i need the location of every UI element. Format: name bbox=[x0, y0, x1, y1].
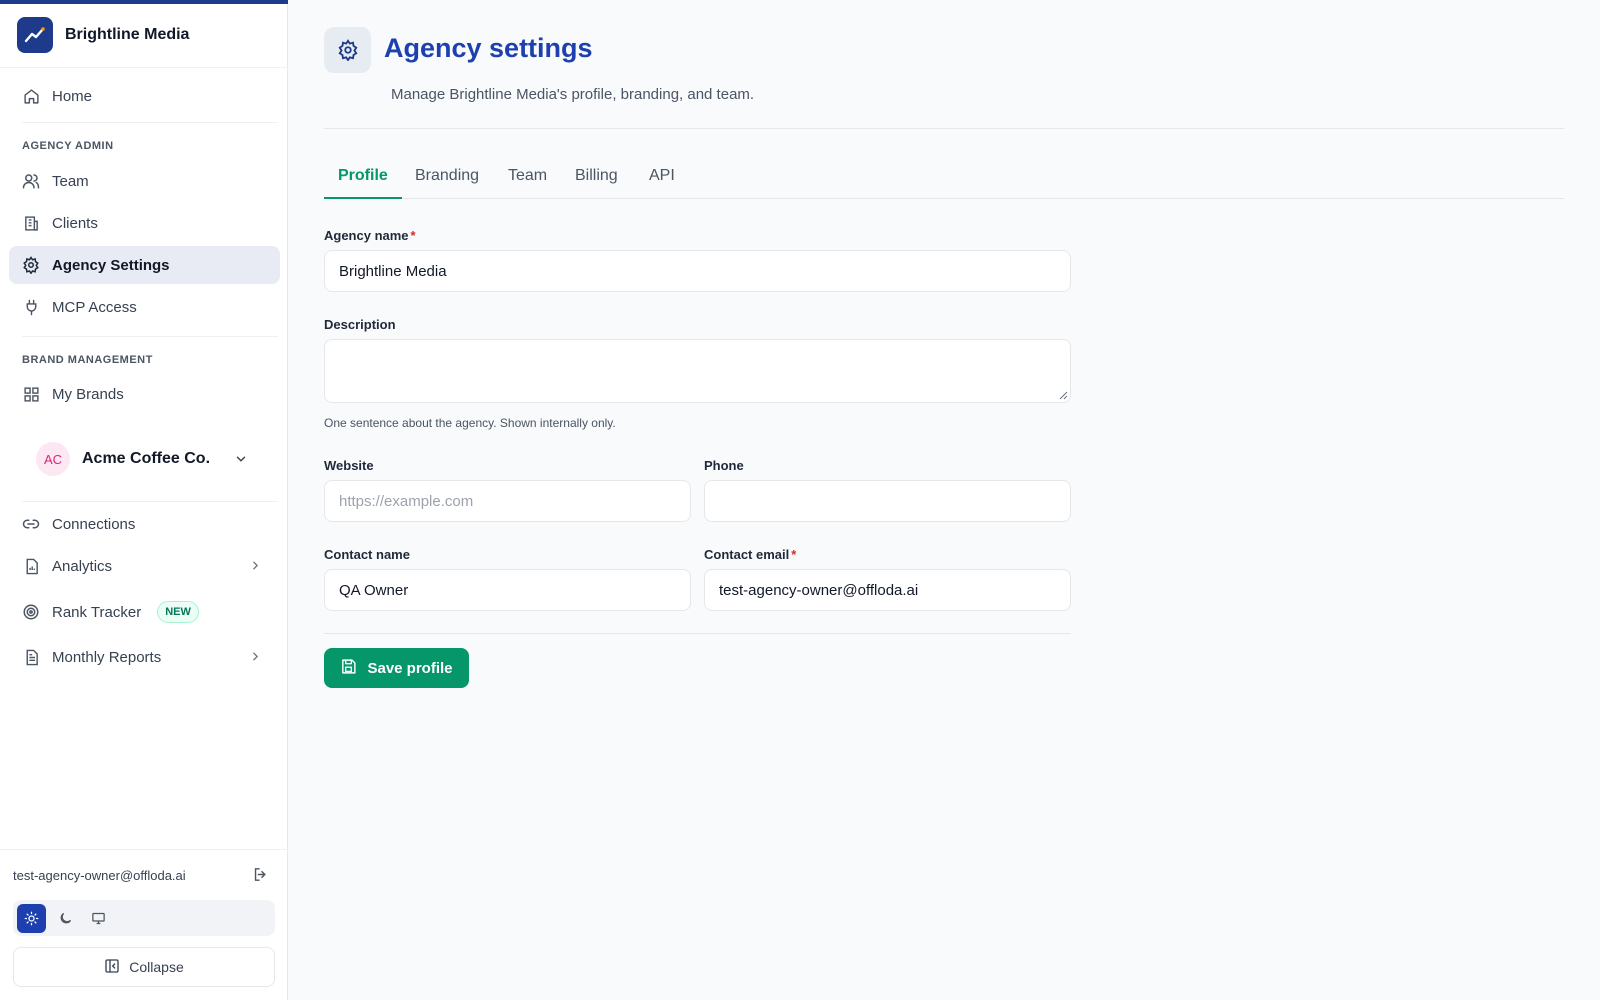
divider bbox=[324, 128, 1564, 129]
divider bbox=[22, 501, 278, 502]
theme-switcher bbox=[13, 900, 275, 936]
resize-handle-icon bbox=[1059, 391, 1068, 400]
description-label: Description bbox=[324, 317, 396, 332]
page-title: Agency settings bbox=[384, 33, 593, 63]
tab-billing[interactable]: Billing bbox=[561, 158, 632, 199]
sidebar-item-mcp-access[interactable]: MCP Access bbox=[9, 288, 280, 326]
moon-icon bbox=[60, 912, 72, 924]
theme-dark-button[interactable] bbox=[51, 904, 80, 933]
sidebar-item-my-brands[interactable]: My Brands bbox=[9, 375, 280, 413]
sidebar-item-label: Agency Settings bbox=[52, 256, 170, 274]
contact-email-label: Contact email * bbox=[704, 547, 797, 562]
divider bbox=[0, 849, 288, 850]
brand-switcher[interactable]: AC Acme Coffee Co. bbox=[36, 441, 266, 477]
tab-team[interactable]: Team bbox=[494, 158, 561, 199]
document-icon bbox=[22, 648, 40, 666]
tab-profile[interactable]: Profile bbox=[324, 158, 402, 199]
sidebar-item-label: Team bbox=[52, 172, 89, 190]
target-icon bbox=[22, 603, 40, 621]
link-icon bbox=[22, 515, 40, 533]
divider bbox=[0, 67, 288, 68]
collapse-sidebar-icon bbox=[104, 958, 120, 977]
sidebar-item-label: My Brands bbox=[52, 385, 124, 403]
agency-name-input[interactable]: Brightline Media bbox=[324, 250, 1071, 292]
save-icon bbox=[340, 658, 357, 679]
grid-icon bbox=[22, 385, 40, 403]
sidebar-item-team[interactable]: Team bbox=[9, 162, 280, 200]
new-badge: NEW bbox=[157, 601, 199, 623]
chevron-right-icon bbox=[249, 650, 262, 667]
phone-input[interactable] bbox=[704, 480, 1071, 522]
sidebar-item-label: MCP Access bbox=[52, 298, 137, 316]
sidebar-item-label: Analytics bbox=[52, 557, 113, 575]
report-chart-icon bbox=[22, 557, 40, 575]
sidebar-item-label: Monthly Reports bbox=[52, 648, 162, 666]
gear-icon bbox=[22, 256, 40, 274]
sidebar-item-monthly-reports[interactable]: Monthly Reports bbox=[9, 638, 280, 676]
description-textarea[interactable] bbox=[324, 339, 1071, 403]
contact-email-input[interactable]: test-agency-owner@offloda.ai bbox=[704, 569, 1071, 611]
description-help-text: One sentence about the agency. Shown int… bbox=[324, 416, 616, 430]
required-mark: * bbox=[410, 228, 416, 243]
users-icon bbox=[22, 172, 40, 190]
brand-logo-icon bbox=[17, 17, 53, 53]
sidebar-item-label: Clients bbox=[52, 214, 98, 232]
avatar: AC bbox=[36, 442, 70, 476]
contact-name-input[interactable]: QA Owner bbox=[324, 569, 691, 611]
tab-api[interactable]: API bbox=[635, 158, 689, 199]
sidebar-item-label: Home bbox=[52, 87, 93, 105]
tab-branding[interactable]: Branding bbox=[401, 158, 493, 199]
sidebar-accent-bar bbox=[0, 0, 288, 4]
brand-switcher-name: Acme Coffee Co. bbox=[82, 450, 211, 467]
building-icon bbox=[22, 214, 40, 232]
theme-light-button[interactable] bbox=[17, 904, 46, 933]
monitor-icon bbox=[92, 912, 105, 925]
collapse-button[interactable]: Collapse bbox=[13, 947, 275, 987]
divider bbox=[22, 336, 278, 337]
chevron-down-icon bbox=[234, 452, 248, 471]
save-profile-button[interactable]: Save profile bbox=[324, 648, 469, 688]
sidebar-item-connections[interactable]: Connections bbox=[9, 505, 280, 543]
brand-header[interactable]: Brightline Media bbox=[17, 17, 189, 53]
phone-label: Phone bbox=[704, 458, 744, 473]
home-icon bbox=[22, 87, 40, 105]
sidebar-item-analytics[interactable]: Analytics bbox=[9, 547, 280, 585]
page-subtitle: Manage Brightline Media's profile, brand… bbox=[391, 86, 755, 103]
save-profile-label: Save profile bbox=[367, 659, 453, 677]
user-email: test-agency-owner@offloda.ai bbox=[13, 868, 186, 883]
sidebar-item-label: Rank Tracker bbox=[52, 603, 142, 621]
divider bbox=[22, 122, 278, 123]
sun-icon bbox=[24, 911, 39, 926]
settings-tabs: Profile Branding Team Billing API bbox=[324, 158, 1564, 199]
theme-system-button[interactable] bbox=[84, 904, 113, 933]
sidebar-item-rank-tracker[interactable]: Rank Tracker NEW bbox=[9, 593, 280, 631]
section-label-brand-management: BRAND MANAGEMENT bbox=[22, 354, 153, 366]
agency-name-label: Agency name * bbox=[324, 228, 416, 243]
settings-gear-icon bbox=[324, 27, 371, 73]
sidebar-item-label: Connections bbox=[52, 515, 136, 533]
brand-name: Brightline Media bbox=[65, 26, 190, 43]
plug-icon bbox=[22, 298, 40, 316]
logout-icon[interactable] bbox=[252, 866, 270, 884]
collapse-label: Collapse bbox=[129, 959, 184, 975]
website-label: Website bbox=[324, 458, 374, 473]
sidebar-item-home[interactable]: Home bbox=[9, 77, 280, 115]
sidebar: Brightline Media Home AGENCY ADMIN Team … bbox=[0, 0, 288, 1000]
required-mark: * bbox=[791, 547, 797, 562]
sidebar-item-clients[interactable]: Clients bbox=[9, 204, 280, 242]
chevron-right-icon bbox=[249, 559, 262, 576]
contact-name-label: Contact name bbox=[324, 547, 410, 562]
section-label-agency-admin: AGENCY ADMIN bbox=[22, 140, 114, 152]
divider bbox=[324, 633, 1071, 634]
sidebar-item-agency-settings[interactable]: Agency Settings bbox=[9, 246, 280, 284]
website-input[interactable]: https://example.com bbox=[324, 480, 691, 522]
